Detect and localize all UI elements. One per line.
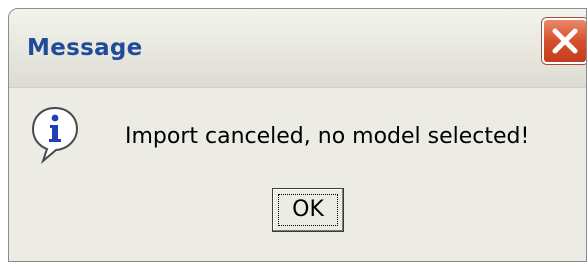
close-button[interactable]	[542, 18, 586, 64]
ok-button[interactable]: OK	[272, 188, 344, 232]
info-icon	[31, 106, 79, 164]
dialog-title: Message	[27, 35, 143, 61]
close-icon	[552, 28, 578, 54]
ok-button-label: OK	[292, 197, 324, 222]
title-bar[interactable]: Message	[9, 9, 586, 88]
message-dialog: Message Import canceled, no model select…	[8, 8, 587, 262]
dialog-body: Import canceled, no model selected! OK	[9, 88, 586, 261]
message-text: Import canceled, no model selected!	[125, 124, 530, 149]
